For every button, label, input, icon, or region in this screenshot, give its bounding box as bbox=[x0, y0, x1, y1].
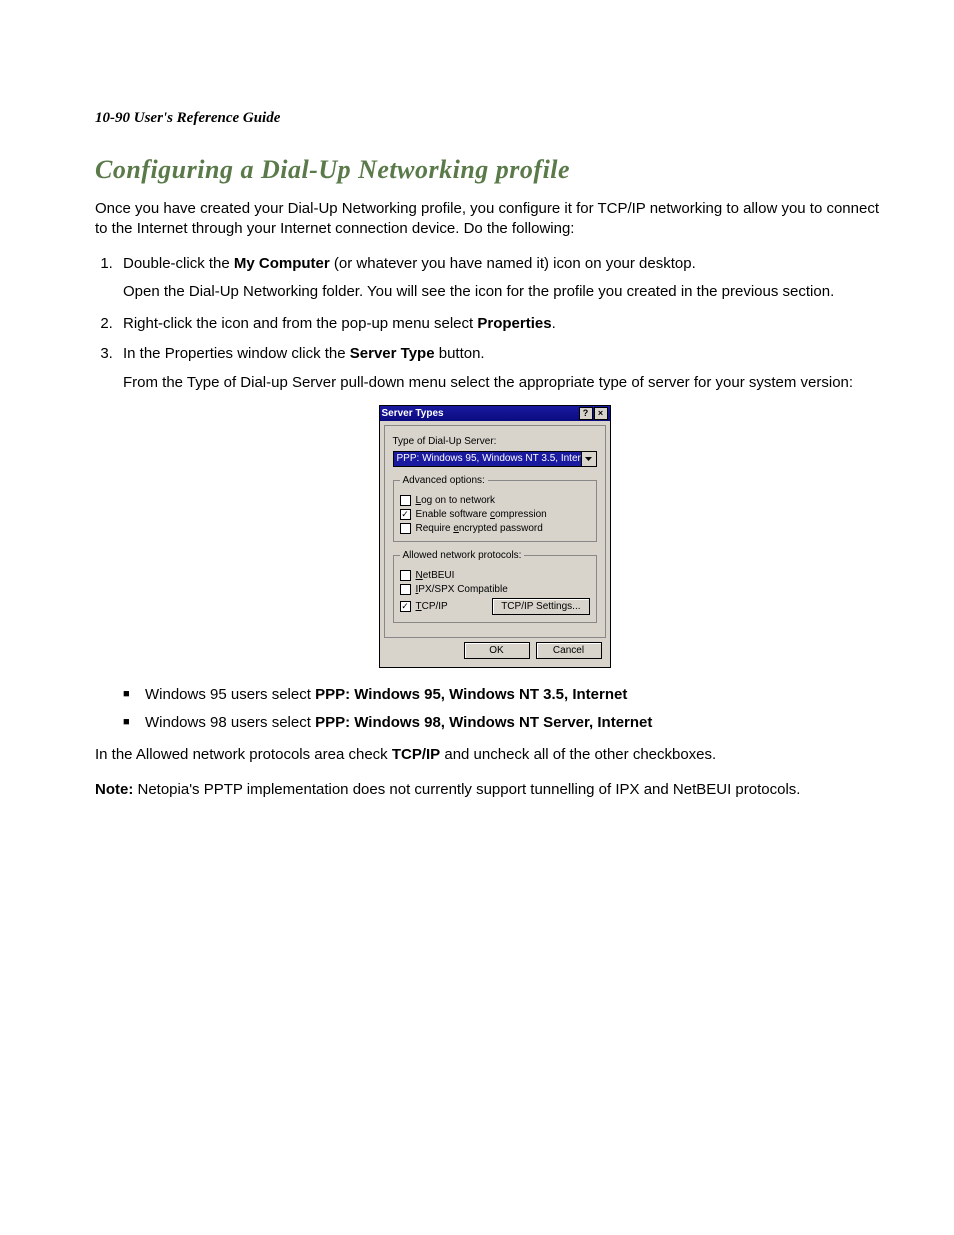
bullet-win98-b: PPP: Windows 98, Windows NT Server, Inte… bbox=[315, 714, 652, 731]
ipx-checkbox[interactable] bbox=[400, 584, 411, 595]
compress-checkbox[interactable] bbox=[400, 509, 411, 520]
netbeui-row: NetBEUI bbox=[400, 570, 590, 581]
logon-row: Log on to network bbox=[400, 495, 590, 506]
tcpip-label: TCP/IP bbox=[416, 601, 448, 612]
step-1-sub: Open the Dial-Up Networking folder. You … bbox=[123, 282, 894, 302]
note-text: Netopia's PPTP implementation does not c… bbox=[133, 781, 800, 798]
step-3: In the Properties window click the Serve… bbox=[117, 344, 894, 393]
chevron-down-icon[interactable] bbox=[582, 451, 597, 467]
type-label: Type of Dial-Up Server: bbox=[393, 436, 597, 447]
netbeui-checkbox[interactable] bbox=[400, 570, 411, 581]
bullet-win98-a: Windows 98 users select bbox=[145, 714, 315, 731]
step-2: Right-click the icon and from the pop-up… bbox=[117, 314, 894, 334]
server-type-value: PPP: Windows 95, Windows NT 3.5, Interne… bbox=[393, 451, 582, 467]
compress-label: Enable software compression bbox=[416, 509, 547, 520]
note-paragraph: Note: Netopia's PPTP implementation does… bbox=[95, 780, 894, 800]
dialog-title: Server Types bbox=[382, 408, 444, 419]
compress-row: Enable software compression bbox=[400, 509, 590, 520]
step-3-bold: Server Type bbox=[350, 345, 435, 362]
after1-c: and uncheck all of the other checkboxes. bbox=[440, 746, 716, 763]
encrypt-row: Require encrypted password bbox=[400, 523, 590, 534]
close-icon[interactable]: × bbox=[594, 407, 608, 420]
tcpip-row: TCP/IP TCP/IP Settings... bbox=[400, 598, 590, 615]
step-1-text-a: Double-click the bbox=[123, 255, 234, 272]
step-3-sub: From the Type of Dial-up Server pull-dow… bbox=[123, 373, 894, 393]
bullet-win95: Windows 95 users select PPP: Windows 95,… bbox=[145, 684, 894, 706]
help-icon[interactable]: ? bbox=[579, 407, 593, 420]
dialog-panel: Type of Dial-Up Server: PPP: Windows 95,… bbox=[384, 425, 606, 638]
logon-checkbox[interactable] bbox=[400, 495, 411, 506]
ipx-label: IPX/SPX Compatible bbox=[416, 584, 508, 595]
ok-button[interactable]: OK bbox=[464, 642, 530, 659]
advanced-legend: Advanced options: bbox=[400, 475, 488, 486]
step-1: Double-click the My Computer (or whateve… bbox=[117, 254, 894, 303]
after-paragraph-1: In the Allowed network protocols area ch… bbox=[95, 745, 894, 765]
step-2-text-a: Right-click the icon and from the pop-up… bbox=[123, 315, 477, 332]
dialog-figure: Server Types ? × Type of Dial-Up Server:… bbox=[95, 405, 894, 668]
os-bullets: Windows 95 users select PPP: Windows 95,… bbox=[95, 684, 894, 734]
step-3-text-a: In the Properties window click the bbox=[123, 345, 350, 362]
logon-label: Log on to network bbox=[416, 495, 496, 506]
encrypt-checkbox[interactable] bbox=[400, 523, 411, 534]
encrypt-label: Require encrypted password bbox=[416, 523, 543, 534]
ipx-row: IPX/SPX Compatible bbox=[400, 584, 590, 595]
advanced-options-group: Advanced options: Log on to network Enab… bbox=[393, 475, 597, 542]
note-label: Note: bbox=[95, 781, 133, 798]
tcpip-settings-button[interactable]: TCP/IP Settings... bbox=[492, 598, 589, 615]
bullet-win98: Windows 98 users select PPP: Windows 98,… bbox=[145, 712, 894, 734]
step-3-text-c: button. bbox=[435, 345, 485, 362]
step-1-text-c: (or whatever you have named it) icon on … bbox=[330, 255, 696, 272]
step-2-text-c: . bbox=[552, 315, 556, 332]
after1-b: TCP/IP bbox=[392, 746, 440, 763]
cancel-button[interactable]: Cancel bbox=[536, 642, 602, 659]
steps-list: Double-click the My Computer (or whateve… bbox=[95, 254, 894, 393]
protocols-group: Allowed network protocols: NetBEUI IPX/S… bbox=[393, 550, 597, 623]
bullet-win95-b: PPP: Windows 95, Windows NT 3.5, Interne… bbox=[315, 686, 627, 703]
bullet-win95-a: Windows 95 users select bbox=[145, 686, 315, 703]
server-type-dropdown[interactable]: PPP: Windows 95, Windows NT 3.5, Interne… bbox=[393, 451, 597, 467]
step-2-bold: Properties bbox=[477, 315, 551, 332]
server-types-dialog: Server Types ? × Type of Dial-Up Server:… bbox=[379, 405, 611, 668]
step-1-bold: My Computer bbox=[234, 255, 330, 272]
dialog-titlebar: Server Types ? × bbox=[380, 406, 610, 421]
page-header: 10-90 User's Reference Guide bbox=[95, 110, 894, 127]
intro-paragraph: Once you have created your Dial-Up Netwo… bbox=[95, 199, 894, 240]
netbeui-label: NetBEUI bbox=[416, 570, 455, 581]
document-page: 10-90 User's Reference Guide Configuring… bbox=[0, 0, 954, 854]
tcpip-checkbox[interactable] bbox=[400, 601, 411, 612]
protocols-legend: Allowed network protocols: bbox=[400, 550, 525, 561]
section-title: Configuring a Dial-Up Networking profile bbox=[95, 155, 894, 185]
dialog-buttons: OK Cancel bbox=[380, 642, 610, 667]
after1-a: In the Allowed network protocols area ch… bbox=[95, 746, 392, 763]
